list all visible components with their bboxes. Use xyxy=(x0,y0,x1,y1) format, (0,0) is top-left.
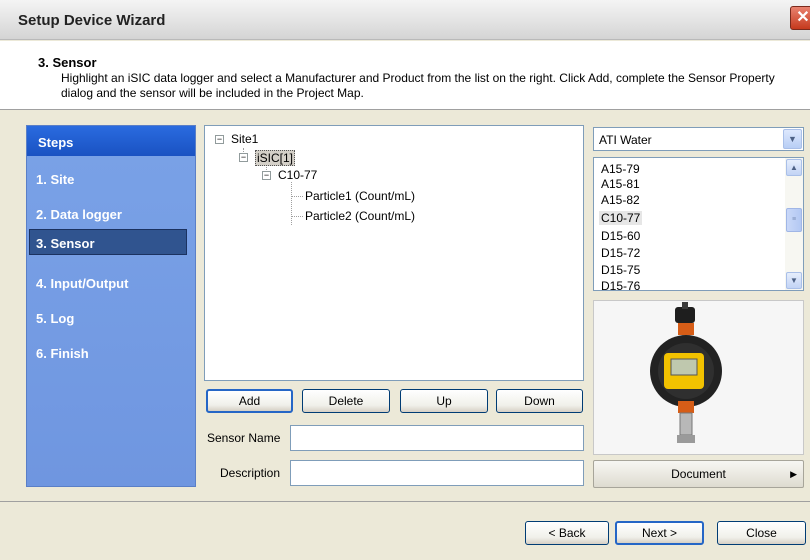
step-site: 1. Site xyxy=(36,172,75,187)
project-tree[interactable]: − Site1 − iSIC[1] − C10-77 Particle1 (Co… xyxy=(204,125,584,381)
wizard-header: 3. Sensor Highlight an iSIC data logger … xyxy=(0,41,810,110)
close-button[interactable]: Close xyxy=(717,521,806,545)
list-scrollbar[interactable]: ▲ ≡ ▼ xyxy=(785,158,803,290)
tree-node-sensor[interactable]: C10-77 xyxy=(278,168,317,182)
title-bar: Setup Device Wizard ✕ xyxy=(0,0,810,40)
window-title: Setup Device Wizard xyxy=(18,12,166,29)
back-button[interactable]: < Back xyxy=(525,521,609,545)
device-collar xyxy=(678,323,694,335)
device-fitting-nut xyxy=(677,435,695,443)
sensor-name-field[interactable] xyxy=(290,425,584,451)
step-data-logger: 2. Data logger xyxy=(36,207,122,222)
delete-button[interactable]: Delete xyxy=(302,389,390,413)
document-button-label: Document xyxy=(671,467,726,481)
steps-sidebar: Steps 1. Site 2. Data logger 3. Sensor 4… xyxy=(26,125,196,487)
step-description: Highlight an iSIC data logger and select… xyxy=(61,71,775,100)
list-item[interactable]: A15-82 xyxy=(601,193,640,207)
collapse-icon[interactable]: − xyxy=(215,135,224,144)
manufacturer-dropdown[interactable]: ATI Water ▼ xyxy=(593,127,804,151)
down-button[interactable]: Down xyxy=(496,389,583,413)
description-label: Description xyxy=(220,466,281,480)
up-button[interactable]: Up xyxy=(400,389,488,413)
list-item[interactable]: D15-72 xyxy=(601,246,640,260)
tree-line xyxy=(291,182,292,225)
step-finish: 6. Finish xyxy=(36,346,89,361)
collapse-icon[interactable]: − xyxy=(262,171,271,180)
device-tip xyxy=(682,302,688,309)
chevron-down-icon[interactable]: ▼ xyxy=(783,129,802,149)
device-display xyxy=(670,358,698,376)
list-item-selected[interactable]: C10-77 xyxy=(599,211,643,225)
tree-node-site[interactable]: Site1 xyxy=(231,132,258,146)
tree-line xyxy=(291,216,303,217)
tree-node-output[interactable]: Particle2 (Count/mL) xyxy=(305,209,415,223)
tree-line xyxy=(291,196,303,197)
list-item[interactable]: A15-81 xyxy=(601,177,640,191)
steps-heading: Steps xyxy=(27,126,195,156)
sensor-device-image xyxy=(650,302,722,443)
document-button[interactable]: Document ▶ xyxy=(593,460,804,488)
device-threaded-fitting xyxy=(679,412,693,436)
list-item[interactable]: D15-60 xyxy=(601,229,640,243)
device-lower-collar xyxy=(678,401,694,413)
chevron-right-icon: ▶ xyxy=(790,469,797,479)
step-title: 3. Sensor xyxy=(38,55,97,70)
step-sensor: 3. Sensor xyxy=(29,229,187,255)
description-field[interactable] xyxy=(290,460,584,486)
product-image-panel xyxy=(593,300,804,455)
close-window-button[interactable]: ✕ xyxy=(790,6,810,30)
device-cap xyxy=(675,307,695,323)
step-input-output: 4. Input/Output xyxy=(36,276,129,291)
list-item[interactable]: D15-76 xyxy=(601,279,640,290)
sensor-name-label: Sensor Name xyxy=(207,431,281,445)
add-button[interactable]: Add xyxy=(206,389,293,413)
step-log: 5. Log xyxy=(36,311,75,326)
scroll-thumb[interactable]: ≡ xyxy=(786,208,802,232)
tree-node-output[interactable]: Particle1 (Count/mL) xyxy=(305,189,415,203)
tree-node-logger[interactable]: iSIC[1] xyxy=(255,150,296,166)
list-item[interactable]: A15-79 xyxy=(601,162,640,176)
list-item[interactable]: D15-75 xyxy=(601,263,640,277)
manufacturer-value: ATI Water xyxy=(599,133,652,147)
collapse-icon[interactable]: − xyxy=(239,153,248,162)
product-list[interactable]: A15-79 A15-81 A15-82 C10-77 D15-60 D15-7… xyxy=(593,157,804,291)
scroll-up-icon[interactable]: ▲ xyxy=(786,159,802,176)
scroll-down-icon[interactable]: ▼ xyxy=(786,272,802,289)
next-button[interactable]: Next > xyxy=(615,521,704,545)
